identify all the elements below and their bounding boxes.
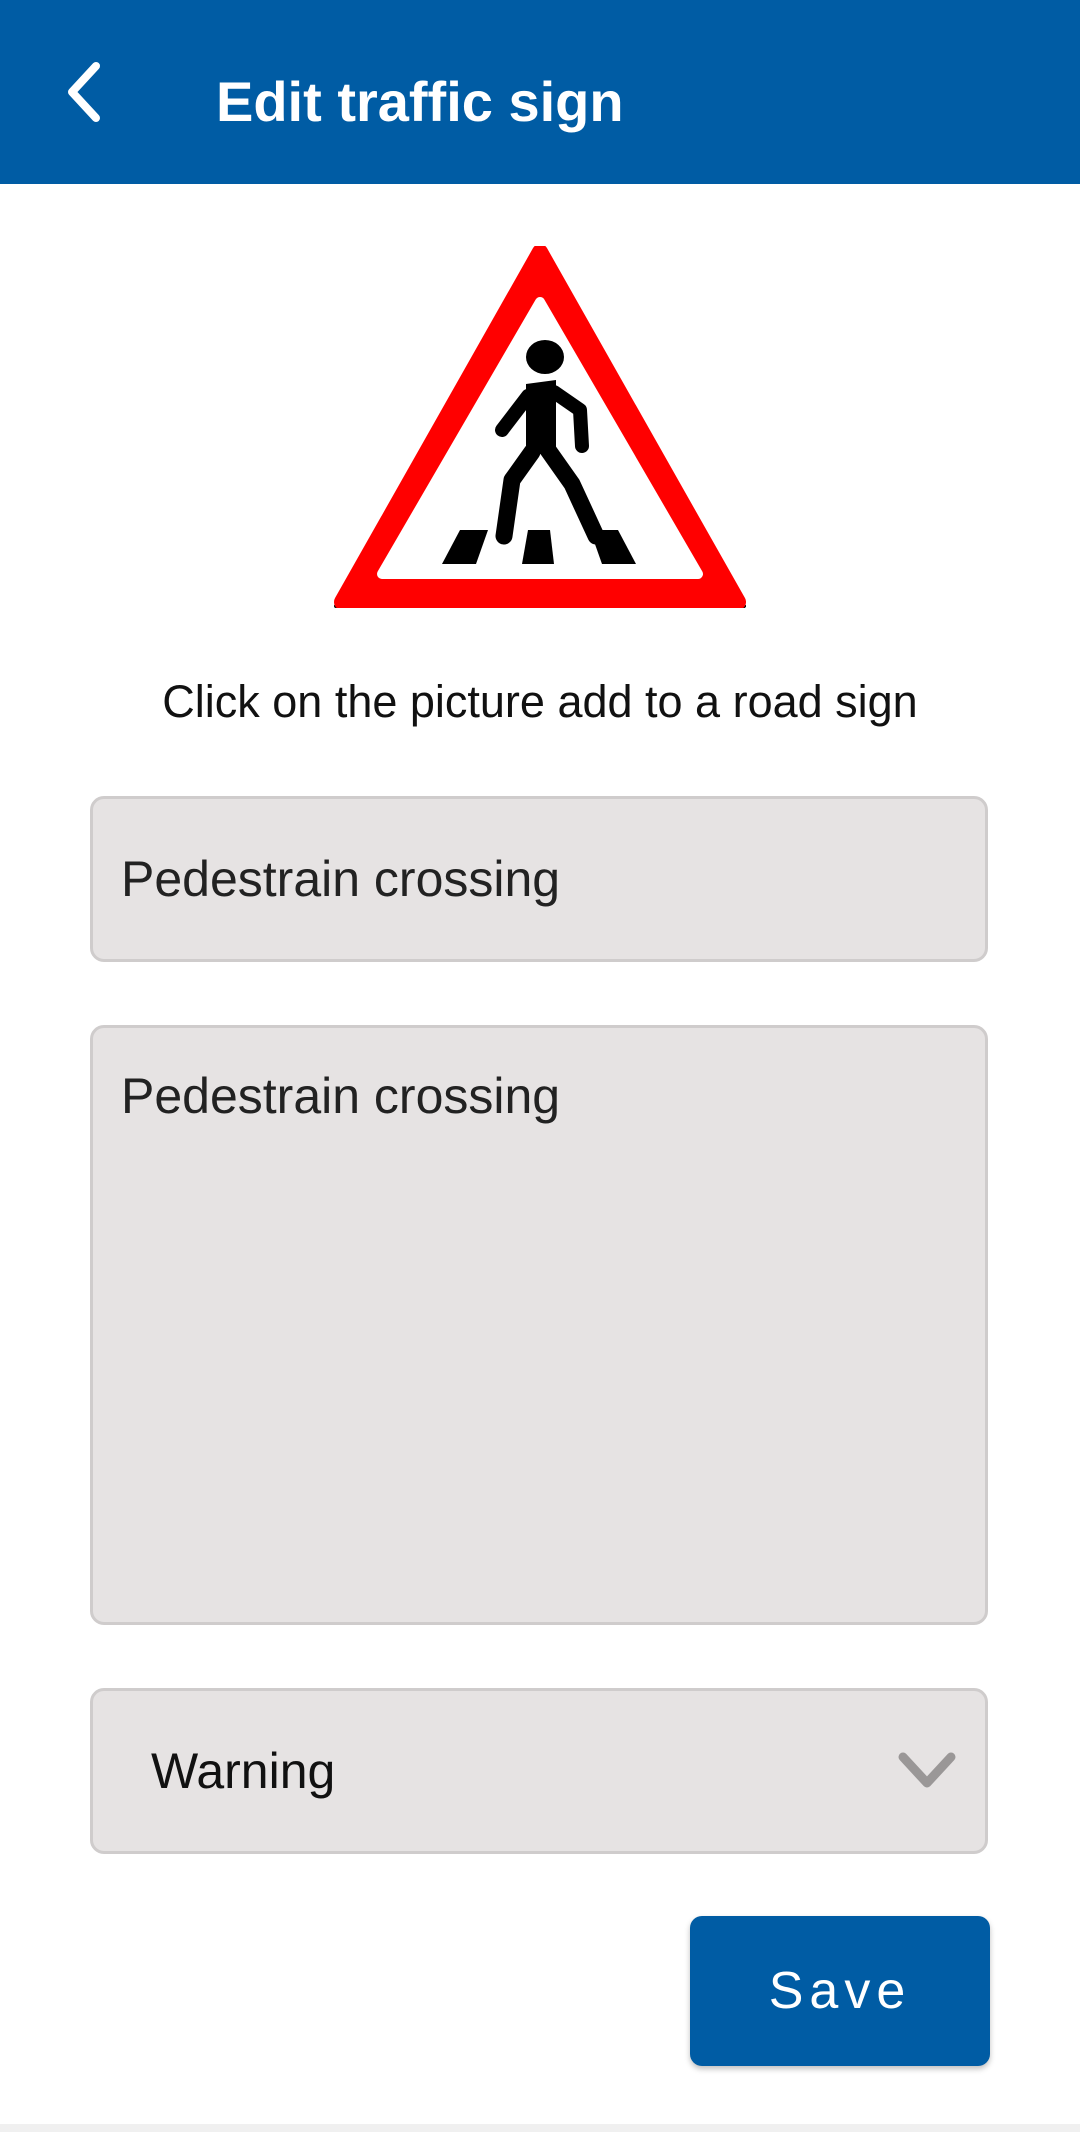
back-button[interactable]	[44, 52, 124, 132]
sign-image[interactable]	[334, 244, 746, 610]
sign-name-input[interactable]: Pedestrain crossing	[90, 796, 988, 962]
sign-description-textarea[interactable]: Pedestrain crossing	[90, 1025, 988, 1625]
page-title: Edit traffic sign	[216, 70, 624, 133]
sign-type-selected-value: Warning	[151, 1743, 336, 1799]
app-bar: Edit traffic sign	[0, 0, 1080, 184]
chevron-down-icon	[898, 1752, 956, 1788]
pedestrian-crossing-sign-icon	[334, 244, 746, 610]
chevron-left-icon	[68, 62, 100, 122]
save-button[interactable]: Save	[690, 1916, 990, 2066]
sign-type-dropdown[interactable]: Warning	[90, 1688, 988, 1854]
bottom-divider	[0, 2124, 1080, 2132]
image-hint-text: Click on the picture add to a road sign	[162, 676, 918, 727]
